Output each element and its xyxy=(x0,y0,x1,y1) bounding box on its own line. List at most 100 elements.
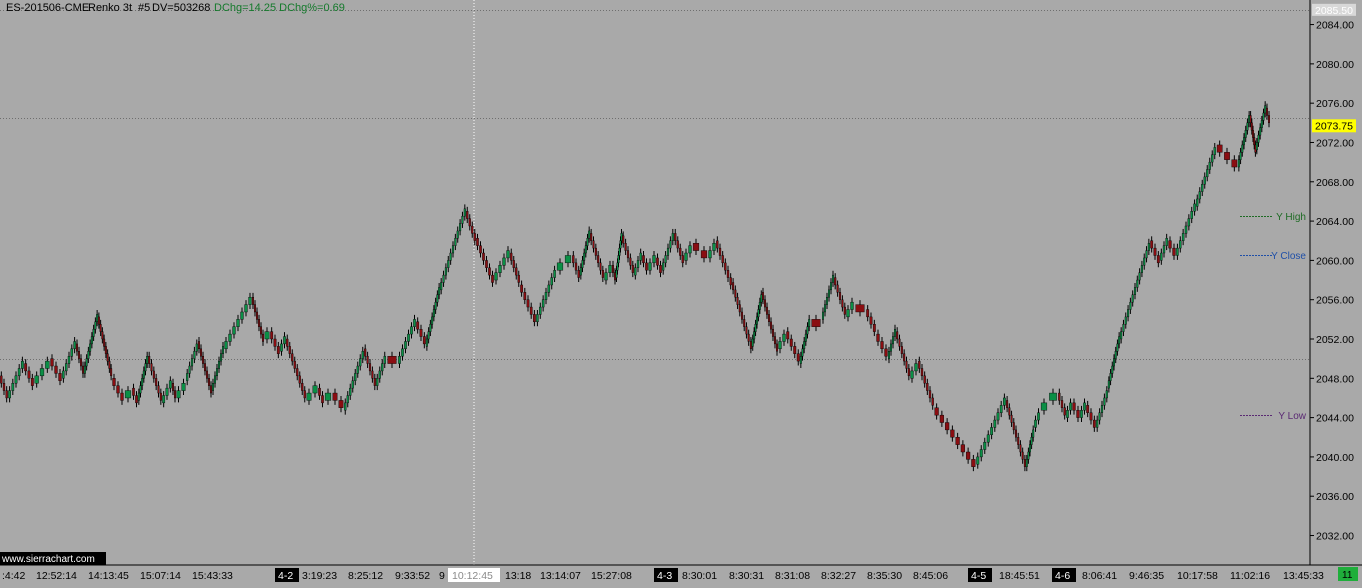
sierra-renko-chart[interactable]: Y High Y Close Y Low 2032.00 2036.00 2040.00… xyxy=(0,0,1362,583)
renko-brick-down xyxy=(762,292,765,300)
renko-brick-down xyxy=(387,355,397,364)
renko-brick-up xyxy=(73,341,76,350)
renko-brick-up xyxy=(64,363,68,372)
watermark[interactable]: www.sierrachart.com xyxy=(0,552,106,565)
renko-brick-down xyxy=(734,289,737,298)
renko-brick-down xyxy=(721,255,724,264)
renko-brick-up xyxy=(579,267,582,276)
renko-brick-up xyxy=(999,405,1003,413)
renko-brick-up xyxy=(398,355,401,364)
renko-brick-down xyxy=(79,358,82,367)
time-tick-label: 9:46:35 xyxy=(1129,570,1164,582)
renko-brick-down xyxy=(270,331,274,340)
renko-brick-down xyxy=(793,346,797,354)
renko-brick-down xyxy=(631,265,634,273)
renko-brick-down xyxy=(1092,419,1096,428)
cursor-time-label: 10:12:45 xyxy=(452,570,493,582)
renko-brick-up xyxy=(803,341,806,350)
time-axis[interactable]: :4:42 12:52:14 14:13:45 15:07:14 15:43:33 4-2… xyxy=(2,568,1324,582)
renko-brick-up xyxy=(583,252,586,261)
time-tick-label: 14:13:45 xyxy=(88,570,129,582)
renko-brick-down xyxy=(58,373,62,381)
chart-canvas[interactable]: Y High Y Close Y Low 2032.00 2036.00 2040.00… xyxy=(0,0,1362,583)
renko-brick-up xyxy=(547,284,551,293)
y-low-label: Y Low xyxy=(1278,411,1306,422)
renko-brick-up xyxy=(1131,294,1134,303)
renko-brick-down xyxy=(834,277,837,286)
renko-brick-down xyxy=(934,407,939,416)
renko-brick-up xyxy=(801,348,804,357)
renko-brick-down xyxy=(298,375,301,384)
renko-brick-down xyxy=(920,368,924,377)
renko-brick-up xyxy=(215,368,218,377)
watermark-text[interactable]: www.sierrachart.com xyxy=(1,554,95,565)
renko-brick-down xyxy=(155,378,158,386)
renko-brick-up xyxy=(361,351,364,359)
renko-brick-up xyxy=(221,346,224,354)
renko-brick-down xyxy=(872,324,876,332)
renko-brick-up xyxy=(188,365,191,374)
renko-brick-up xyxy=(1105,390,1108,399)
renko-brick-up xyxy=(165,387,169,396)
renko-brick-up xyxy=(407,333,410,342)
renko-brick-down xyxy=(747,333,750,342)
renko-brick-up xyxy=(432,309,435,318)
renko-brick-up xyxy=(1040,402,1048,411)
renko-brick-down xyxy=(811,319,821,327)
renko-brick-down xyxy=(1172,247,1176,256)
renko-brick-down xyxy=(1017,437,1020,445)
renko-brick-down xyxy=(676,240,679,249)
renko-brick-down xyxy=(880,341,884,350)
renko-brick-down xyxy=(1063,407,1066,416)
renko-brick-down xyxy=(738,304,741,313)
renko-brick-up xyxy=(211,383,214,391)
renko-brick-down xyxy=(597,255,600,264)
renko-brick-up xyxy=(1114,351,1117,359)
renko-brick-down xyxy=(104,346,107,354)
renko-brick-up xyxy=(782,333,786,342)
price-tick-label: 2072.00 xyxy=(1316,137,1354,149)
chart-header: ES-201506-CME Renko 3t #5 DV=503268 DChg… xyxy=(6,2,345,14)
renko-brick-down xyxy=(918,360,921,369)
corner-badge-text: 11 xyxy=(1342,570,1353,581)
renko-brick-up xyxy=(456,230,459,239)
time-tick-label: 13:45:33 xyxy=(1283,570,1324,582)
renko-brick-down xyxy=(1231,159,1238,168)
renko-brick-down xyxy=(1015,429,1018,438)
renko-brick-up xyxy=(1244,129,1247,138)
renko-brick-down xyxy=(273,338,277,347)
renko-brick-down xyxy=(594,247,597,256)
renko-brick-down xyxy=(207,378,210,386)
renko-brick-down xyxy=(50,358,54,367)
renko-brick-down xyxy=(262,333,265,342)
renko-brick-up xyxy=(87,351,90,359)
renko-brick-down xyxy=(422,336,426,345)
renko-brick-down xyxy=(789,338,793,347)
renko-brick-down xyxy=(1023,459,1026,467)
renko-brick-up xyxy=(312,385,318,394)
renko-brick-down xyxy=(5,390,8,399)
renko-brick-up xyxy=(850,301,854,310)
daily-change-label: DChg=14.25 DChg%=0.69 xyxy=(214,2,345,14)
chart-number-label: #5 xyxy=(138,2,150,14)
renko-brick-up xyxy=(586,238,589,246)
renko-brick-down xyxy=(626,250,630,259)
renko-brick-down xyxy=(485,260,488,268)
renko-brick-up xyxy=(652,255,656,264)
renko-brick-up xyxy=(283,336,286,345)
time-tick-label: 18:45:51 xyxy=(999,570,1040,582)
renko-brick-up xyxy=(1203,176,1206,185)
renko-brick-up xyxy=(451,245,455,254)
renko-brick-down xyxy=(939,414,944,423)
renko-brick-down xyxy=(950,429,955,438)
renko-brick-down xyxy=(301,383,304,391)
price-axis[interactable]: 2032.00 2036.00 2040.00 2044.00 2048.00 2052.… xyxy=(1310,3,1356,543)
renko-brick-down xyxy=(368,363,372,372)
renko-brick-up xyxy=(14,375,18,384)
renko-brick-up xyxy=(359,358,362,367)
renko-brick-up xyxy=(248,297,252,305)
renko-brick-up xyxy=(1160,252,1163,261)
renko-brick-down xyxy=(838,292,842,300)
renko-brick-up xyxy=(544,292,548,300)
price-tick-label: 2068.00 xyxy=(1316,177,1354,189)
